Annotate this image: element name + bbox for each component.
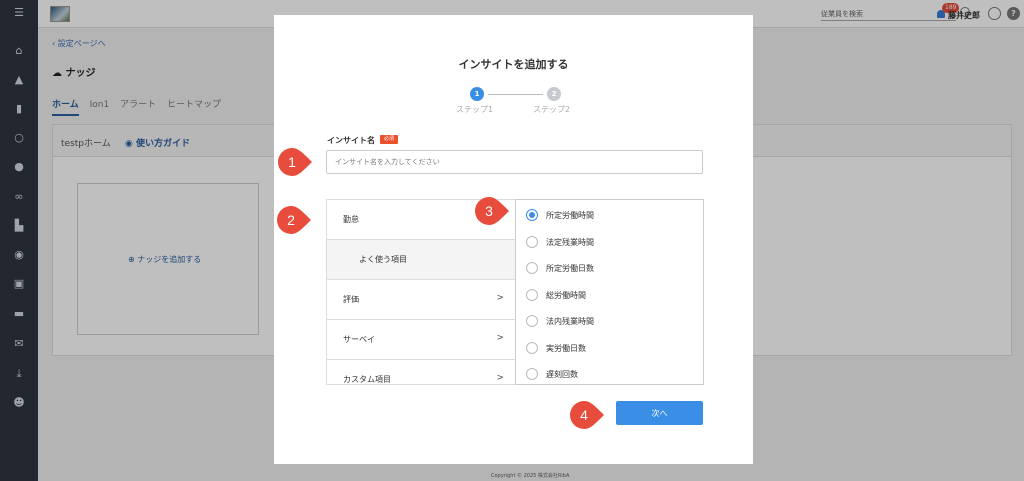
category-evaluation[interactable]: 評価 > (327, 280, 515, 320)
option-label: 所定労働時間 (546, 211, 594, 220)
annotation-marker-3: 3 (473, 195, 509, 227)
radio-button[interactable] (526, 262, 538, 274)
modal-title: インサイトを追加する (458, 58, 569, 71)
required-badge: 必須 (380, 135, 399, 144)
insight-name-input[interactable] (326, 150, 703, 174)
user-settings-icon[interactable]: ☻ (11, 396, 27, 410)
annotation-marker-4: 4 (568, 399, 604, 431)
download-icon[interactable]: ⤓ (11, 367, 27, 381)
category-label: 勤怠 (343, 215, 359, 224)
radio-button[interactable] (526, 209, 538, 221)
document-icon[interactable]: ▮ (11, 102, 27, 116)
mail-icon[interactable]: ✉ (11, 337, 27, 351)
chat-icon[interactable]: ● (11, 160, 27, 174)
step-1-indicator: 1 (470, 87, 484, 101)
option-label: 法定残業時間 (546, 238, 594, 247)
chevron-right-icon: > (496, 293, 504, 303)
step-1-label: ステップ1 (456, 105, 494, 114)
chart-icon[interactable]: ▙ (11, 219, 27, 233)
step-2-label: ステップ2 (533, 105, 571, 114)
marker-number: 2 (287, 212, 295, 228)
option-label: 法内残業時間 (546, 317, 594, 326)
org-chart-icon[interactable]: ▲ (11, 73, 27, 87)
insight-name-label: インサイト名 (327, 136, 375, 145)
category-label: 評価 (343, 295, 359, 304)
category-survey[interactable]: サーベイ > (327, 320, 515, 360)
footer-copyright: Copyright © 2025 株式会社RibA (491, 473, 570, 479)
category-custom-items[interactable]: カスタム項目 > (327, 360, 515, 384)
annotation-marker-1: 1 (276, 146, 312, 178)
option-label: 実労働日数 (546, 344, 586, 353)
marker-number: 3 (485, 203, 493, 219)
marker-number: 4 (580, 407, 588, 423)
option-label: 遅刻回数 (546, 370, 578, 379)
radio-button[interactable] (526, 236, 538, 248)
category-frequent-items[interactable]: よく使う項目 (327, 240, 515, 280)
radio-button[interactable] (526, 342, 538, 354)
menu-icon[interactable]: ☰ (11, 6, 27, 20)
category-label: よく使う項目 (359, 255, 407, 264)
book-icon[interactable]: ▬ (11, 307, 27, 321)
option-label: 所定労働日数 (546, 264, 594, 273)
sidebar: ☰ ⌂ ▲ ▮ ○ ● ∞ ▙ ◉ ▣ ▬ ✉ ⤓ ☻ (0, 0, 38, 481)
search-icon[interactable]: ○ (11, 131, 27, 145)
contact-card-icon[interactable]: ▣ (11, 277, 27, 291)
link-icon[interactable]: ∞ (11, 190, 27, 204)
radio-button[interactable] (526, 368, 538, 380)
radio-button[interactable] (526, 315, 538, 327)
chevron-right-icon: > (496, 373, 504, 383)
home-icon[interactable]: ⌂ (11, 44, 27, 58)
category-label: サーベイ (343, 335, 375, 344)
annotation-marker-2: 2 (275, 204, 311, 236)
metric-options: 所定労働時間 法定残業時間 所定労働日数 総労働時間 法内残業時間 実労働日数 … (515, 199, 704, 385)
add-insight-modal: インサイトを追加する 1 2 ステップ1 ステップ2 インサイト名 必須 勤怠 … (274, 15, 753, 464)
option-label: 総労働時間 (546, 291, 586, 300)
category-label: カスタム項目 (343, 375, 391, 384)
chevron-right-icon: > (496, 333, 504, 343)
radio-button[interactable] (526, 289, 538, 301)
step-connector (488, 94, 543, 95)
step-2-indicator: 2 (547, 87, 561, 101)
marker-number: 1 (288, 154, 296, 170)
next-button[interactable]: 次へ (616, 401, 703, 425)
compass-icon[interactable]: ◉ (11, 248, 27, 262)
